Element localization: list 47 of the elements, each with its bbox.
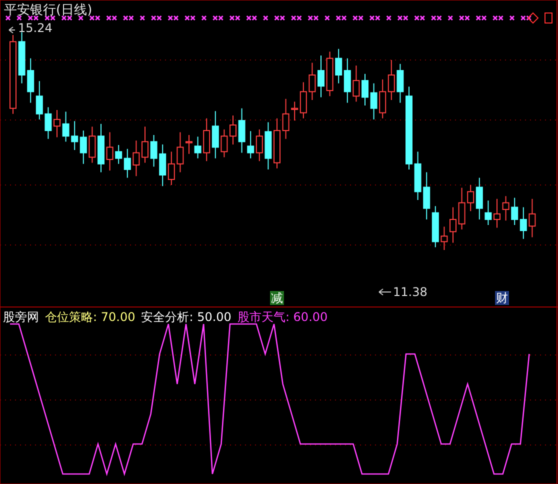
event-marker: 减 [270, 291, 284, 305]
candlestick [370, 82, 378, 120]
candlestick [362, 73, 368, 106]
candlestick [264, 122, 272, 170]
square-icon[interactable] [544, 12, 552, 24]
candlestick [54, 110, 60, 138]
candlestick [326, 51, 334, 97]
candlestick [88, 126, 96, 164]
high-pointer-icon [8, 26, 16, 34]
candlestick [484, 200, 492, 226]
indicator-name: 股旁网 [3, 309, 39, 326]
event-marker: 财 [495, 291, 509, 305]
diamond-icon[interactable] [527, 12, 539, 24]
candlestick [186, 134, 192, 154]
candlestick [274, 118, 280, 169]
candlestick [458, 187, 466, 230]
candlestick [18, 32, 26, 84]
candlestick [396, 63, 404, 104]
high-price-label: 15.24 [18, 21, 52, 35]
candlestick [194, 136, 202, 159]
candlestick [450, 206, 456, 244]
low-pointer-icon [378, 288, 392, 296]
candlestick [62, 111, 70, 142]
candlestick [308, 62, 316, 100]
candlestick [44, 106, 52, 140]
candlestick [132, 140, 140, 177]
candlestick [176, 132, 184, 173]
indicator-value: 股市天气: 60.00 [237, 309, 328, 326]
chart-title: 平安银行(日线) [4, 2, 92, 19]
candlestick [98, 123, 104, 173]
low-price-label: 11.38 [393, 285, 428, 299]
indicator-value: 仓位策略: 70.00 [45, 309, 136, 326]
candlestick [318, 55, 324, 98]
candlestick [528, 198, 536, 238]
candlestick [230, 115, 236, 145]
candlestick [106, 132, 114, 172]
candlestick [440, 226, 448, 250]
candlestick [352, 65, 360, 102]
candlestick [502, 196, 510, 222]
candlestick [282, 98, 290, 140]
candlestick [414, 151, 422, 200]
indicator-value: 安全分析: 50.00 [141, 309, 232, 326]
candlestick [238, 108, 246, 154]
candlestick [142, 126, 148, 164]
candlestick [150, 134, 158, 168]
candlestick [494, 198, 500, 228]
candlestick [220, 128, 228, 158]
